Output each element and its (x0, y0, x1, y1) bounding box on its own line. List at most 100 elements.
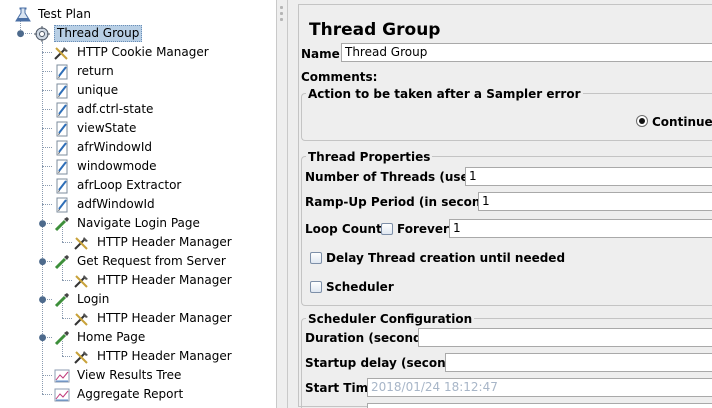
threads-field[interactable]: 1 (465, 167, 712, 186)
tree-node-label: Aggregate Report (77, 387, 184, 401)
tree-node[interactable]: Navigate Login Page (53, 214, 203, 233)
start-time-field[interactable]: 2018/01/24 18:12:47 (367, 378, 712, 397)
delay-thread-label[interactable]: Delay Thread creation until needed (326, 251, 565, 265)
tree-connector (42, 52, 52, 53)
continue-radio[interactable] (636, 115, 648, 127)
tree-node-label: Login (77, 292, 110, 306)
tree-node-label: Get Request from Server (77, 254, 226, 268)
header-tool-icon (73, 273, 91, 289)
tree-node-label: HTTP Header Manager (97, 311, 232, 325)
tree-node-label: afrLoop Extractor (77, 178, 182, 192)
duration-field[interactable] (418, 328, 712, 347)
tree-node-label: adf.ctrl-state (77, 102, 154, 116)
extractor-icon (53, 121, 71, 137)
cookie-tool-icon (53, 45, 71, 61)
collapse-toggle[interactable]: ● (38, 295, 47, 305)
tree-node-label: unique (77, 83, 119, 97)
tree-node-test-plan[interactable]: Test Plan (14, 5, 94, 24)
tree-node[interactable]: Get Request from Server (53, 252, 229, 271)
tree-connector (42, 128, 52, 129)
collapse-toggle[interactable]: ● (38, 257, 47, 267)
tree-node[interactable]: adf.ctrl-state (53, 100, 156, 119)
rampup-field[interactable]: 1 (478, 192, 712, 211)
tree-node[interactable]: HTTP Header Manager (73, 233, 235, 252)
tree-node-label: return (77, 64, 114, 78)
startup-delay-field[interactable] (445, 353, 712, 372)
delay-thread-checkbox[interactable] (310, 252, 322, 264)
header-tool-icon (73, 349, 91, 365)
header-tool-icon (73, 235, 91, 251)
tree-node[interactable]: HTTP Cookie Manager (53, 43, 212, 62)
extractor-icon (53, 102, 71, 118)
tree-node-label: HTTP Header Manager (97, 235, 232, 249)
extractor-icon (53, 159, 71, 175)
thread-properties-legend: Thread Properties (306, 150, 433, 164)
sampler-error-legend: Action to be taken after a Sampler error (306, 87, 583, 101)
tree-connector (62, 280, 72, 281)
extractor-icon (53, 197, 71, 213)
tree-node-label: adfWindowId (77, 197, 155, 211)
forever-checkbox[interactable] (381, 223, 393, 235)
duration-label: Duration (seconds) (305, 331, 435, 345)
tree-node[interactable]: return (53, 62, 117, 81)
extractor-icon (53, 140, 71, 156)
name-field[interactable]: Thread Group (341, 43, 712, 62)
scheduler-checkbox[interactable] (310, 281, 322, 293)
tree-node[interactable]: Home Page (53, 328, 148, 347)
tree-connector (42, 71, 52, 72)
split-pane-divider[interactable] (277, 0, 288, 408)
name-label: Name: (301, 47, 345, 61)
tree-node-label: HTTP Header Manager (97, 273, 232, 287)
tree-connector (42, 147, 52, 148)
tree-node-label: Thread Group (54, 25, 143, 42)
tree-connector (62, 265, 63, 280)
tree-node-thread-group[interactable]: Thread Group (33, 24, 143, 43)
test-plan-tree[interactable]: ● Test Plan Thread Group HTTP Cookie Man… (0, 0, 277, 408)
tree-node[interactable]: viewState (53, 119, 139, 138)
end-time-field[interactable] (367, 403, 712, 408)
tree-node[interactable]: Aggregate Report (53, 385, 186, 404)
thread-group-editor: Thread Group Name: Thread Group Comments… (288, 0, 712, 408)
tree-connector (42, 166, 52, 167)
header-tool-icon (73, 311, 91, 327)
tree-node-label: HTTP Header Manager (97, 349, 232, 363)
tree-node[interactable]: HTTP Header Manager (73, 271, 235, 290)
tree-connector (62, 303, 63, 318)
extractor-icon (53, 64, 71, 80)
threads-label: Number of Threads (users): (305, 170, 493, 184)
forever-label[interactable]: Forever (397, 222, 449, 236)
listener-graph-icon (53, 387, 71, 403)
tree-connector (42, 394, 52, 395)
tree-node[interactable]: HTTP Header Manager (73, 347, 235, 366)
tree-node[interactable]: unique (53, 81, 121, 100)
tree-node[interactable]: View Results Tree (53, 366, 184, 385)
collapse-toggle[interactable]: ● (38, 333, 47, 343)
scheduler-label[interactable]: Scheduler (326, 280, 394, 294)
tree-connector (42, 109, 52, 110)
tree-node-label: Test Plan (38, 7, 91, 21)
loop-count-field[interactable]: 1 (449, 219, 712, 238)
tree-node-label: afrWindowId (77, 140, 152, 154)
tree-connector (42, 90, 52, 91)
extractor-icon (53, 83, 71, 99)
tree-node[interactable]: afrWindowId (53, 138, 155, 157)
tree-node[interactable]: windowmode (53, 157, 160, 176)
comments-label: Comments: (301, 70, 378, 84)
tree-node[interactable]: afrLoop Extractor (53, 176, 184, 195)
loop-count-label: Loop Count: (305, 222, 387, 236)
page-title: Thread Group (309, 20, 441, 40)
tree-connector (62, 242, 72, 243)
tree-connector (62, 341, 63, 356)
tree-node-label: View Results Tree (77, 368, 182, 382)
rampup-label: Ramp-Up Period (in seconds): (305, 195, 507, 209)
tree-connector (62, 356, 72, 357)
tree-node[interactable]: adfWindowId (53, 195, 158, 214)
tree-connector (62, 227, 63, 242)
startup-delay-label: Startup delay (seconds) (305, 356, 467, 370)
collapse-toggle[interactable]: ● (38, 219, 47, 229)
tree-node-label: windowmode (77, 159, 157, 173)
collapse-toggle[interactable]: ● (16, 29, 25, 39)
tree-connector (42, 375, 52, 376)
continue-label[interactable]: Continue (652, 115, 712, 129)
tree-node[interactable]: HTTP Header Manager (73, 309, 235, 328)
